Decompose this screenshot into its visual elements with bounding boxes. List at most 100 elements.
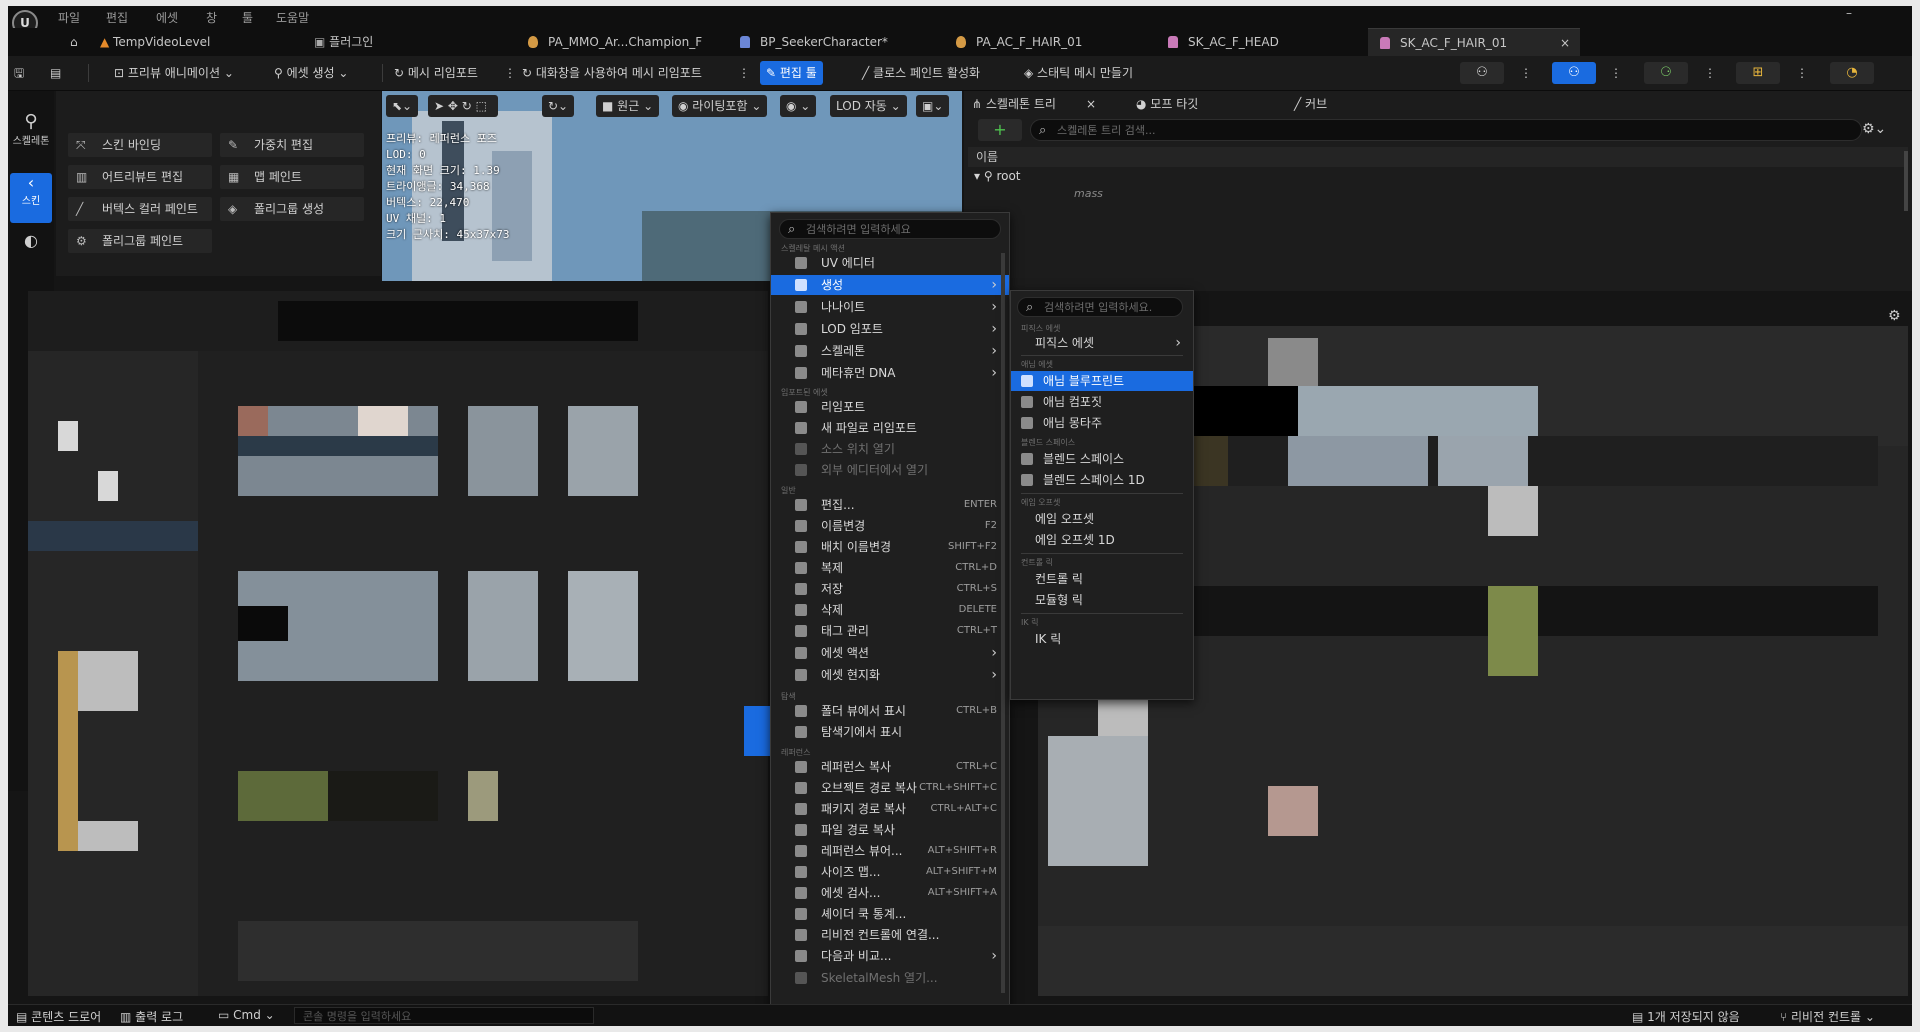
menu-edit[interactable]: 편집... ENTER — [771, 495, 1009, 515]
tool-vertex-color-paint[interactable]: ╱ 버텍스 컬러 페인트 — [68, 197, 212, 221]
unsaved-indicator[interactable]: ▤ 1개 저장되지 않음 — [1632, 1008, 1740, 1025]
select-mode-dropdown[interactable]: ⬉⌄ — [386, 95, 419, 117]
menu-create[interactable]: 생성 › — [771, 275, 1009, 295]
reimport-mesh-button[interactable]: ↻ 메시 리임포트 — [388, 61, 484, 85]
submenu-physics-asset[interactable]: 피직스 에셋 › — [1011, 333, 1193, 353]
minimize-icon[interactable]: – — [1846, 6, 1852, 20]
preview-animation-dropdown[interactable]: ⊡ 프리뷰 애니메이션 ⌄ — [108, 61, 240, 85]
tool-attribute-edit[interactable]: ▥ 어트리뷰트 편집 — [68, 165, 212, 189]
tool-polygroup-paint[interactable]: ⚙ 폴리그룹 페인트 — [68, 229, 212, 253]
mode-more-icon[interactable]: ◐ — [10, 231, 52, 261]
browse-icon[interactable]: ▤ — [44, 61, 67, 85]
menu-uv-editor[interactable]: UV 에디터 — [771, 253, 1009, 273]
revision-control-button[interactable]: ⑂ 리비전 컨트롤 ⌄ — [1780, 1008, 1875, 1025]
close-tab-icon[interactable]: × — [1086, 97, 1096, 111]
home-icon[interactable]: ⌂ — [70, 28, 78, 56]
menu-copy-reference[interactable]: 레퍼런스 복사 CTRL+C — [771, 757, 1009, 777]
tool-polygroup-create[interactable]: ◈ 폴리그룹 생성 — [220, 197, 364, 221]
menu-size-map[interactable]: 사이즈 맵... ALT+SHIFT+M — [771, 862, 1009, 882]
menu-show-in-explorer[interactable]: 탐색기에서 표시 — [771, 722, 1009, 742]
submenu-control-rig[interactable]: 컨트롤 릭 — [1011, 569, 1193, 589]
viewport-layout-dropdown[interactable]: ▣⌄ — [916, 95, 950, 117]
more-options-icon[interactable]: ⋮ — [1790, 61, 1814, 85]
context-search-input[interactable]: 검색하려면 입력하세요 — [779, 219, 1001, 239]
menu-file[interactable]: 파일 — [58, 9, 80, 26]
menu-manage-tags[interactable]: 태그 관리 CTRL+T — [771, 621, 1009, 641]
submenu-modular-rig[interactable]: 모듈형 릭 — [1011, 590, 1193, 610]
menu-connect-revision-control[interactable]: 리비전 컨트롤에 연결... — [771, 925, 1009, 945]
more-options-icon[interactable]: ⋮ — [1514, 61, 1538, 85]
tree-row-root[interactable]: ▾ ⚲ root — [974, 169, 1021, 183]
tab-plugins[interactable]: ▣ 플러그인 — [314, 28, 373, 56]
mode-skin[interactable]: ‹ 스킨 — [10, 173, 52, 223]
physics-mode-button[interactable]: ◔ — [1830, 62, 1874, 84]
tab-morph-target[interactable]: ◕ 모프 타깃 — [1136, 93, 1198, 115]
menu-reimport[interactable]: 리임포트 — [771, 397, 1009, 417]
close-tab-icon[interactable]: × — [1560, 29, 1570, 57]
skeleton-search-input[interactable]: 스켈레톤 트리 검색... — [1030, 119, 1862, 141]
cmd-dropdown[interactable]: ▭ Cmd ⌄ — [218, 1008, 275, 1022]
tool-skin-binding[interactable]: ⤧ 스킨 바인딩 — [68, 133, 212, 157]
submenu-anim-blueprint[interactable]: 애님 블루프린트 — [1011, 371, 1193, 391]
submenu-ik-rig[interactable]: IK 릭 — [1011, 629, 1193, 649]
tab-pa-ac-hair[interactable]: PA_AC_F_HAIR_01 — [956, 28, 1082, 56]
menu-reimport-new-file[interactable]: 새 파일로 리임포트 — [771, 418, 1009, 438]
menu-copy-package-path[interactable]: 패키지 경로 복사 CTRL+ALT+C — [771, 799, 1009, 819]
menu-shader-cook-stats[interactable]: 셰이더 쿡 통계... — [771, 904, 1009, 924]
menu-show-in-folder-view[interactable]: 폴더 뷰에서 표시 CTRL+B — [771, 701, 1009, 721]
menu-rename[interactable]: 이름변경 F2 — [771, 516, 1009, 536]
snap-dropdown[interactable]: ↻⌄ — [542, 95, 575, 117]
perspective-dropdown[interactable]: ■ 원근 ⌄ — [596, 95, 660, 117]
menu-asset[interactable]: 에셋 — [156, 9, 178, 26]
menu-duplicate[interactable]: 복제 CTRL+D — [771, 558, 1009, 578]
tree-row-mass[interactable]: mass — [1074, 187, 1103, 200]
settings-gear-icon[interactable]: ⚙⌄ — [1862, 121, 1886, 137]
cloth-paint-button[interactable]: ╱ 클로스 페인트 활성화 — [856, 61, 986, 85]
menu-asset-localization[interactable]: 에셋 현지화 › — [771, 665, 1009, 685]
menu-tools[interactable]: 툴 — [242, 9, 253, 26]
submenu-aim-offset-1d[interactable]: 에임 오프셋 1D — [1011, 530, 1193, 550]
more-options-icon[interactable]: ⋮ — [1604, 61, 1628, 85]
animation-mode-button[interactable]: ⚆ — [1644, 62, 1688, 84]
save-icon[interactable]: 🖫 — [8, 61, 30, 85]
content-drawer-button[interactable]: ▤ 콘텐츠 드로어 — [16, 1008, 101, 1025]
console-input[interactable]: 콘솔 명령을 입력하세요 — [294, 1007, 594, 1024]
menu-window[interactable]: 창 — [206, 9, 217, 26]
menu-help[interactable]: 도움말 — [276, 9, 309, 26]
lighting-dropdown[interactable]: ◉ 라이팅포함 ⌄ — [672, 95, 768, 117]
more-options-icon[interactable]: ⋮ — [732, 61, 756, 85]
menu-diff[interactable]: 다음과 비교... › — [771, 946, 1009, 966]
details-gear-icon[interactable]: ⚙ — [1888, 308, 1901, 324]
mesh-mode-button[interactable]: ⚇ — [1552, 62, 1596, 84]
transform-tools[interactable]: ➤ ✥ ↻ ⬚ — [428, 95, 498, 117]
menu-skeleton[interactable]: 스켈레톤 › — [771, 341, 1009, 361]
tab-tempvideolevel[interactable]: ▲ TempVideoLevel — [100, 28, 210, 56]
submenu-blend-space[interactable]: 블렌드 스페이스 — [1011, 449, 1193, 469]
tab-bp-seeker[interactable]: BP_SeekerCharacter* — [740, 28, 888, 56]
menu-nanite[interactable]: 나나이트 › — [771, 297, 1009, 317]
more-options-icon[interactable]: ⋮ — [1698, 61, 1722, 85]
submenu-anim-composite[interactable]: 애님 컴포짓 — [1011, 392, 1193, 412]
tab-curve[interactable]: ╱ 커브 — [1294, 93, 1327, 115]
menu-batch-rename[interactable]: 배치 이름변경 SHIFT+F2 — [771, 537, 1009, 557]
submenu-anim-montage[interactable]: 애님 몽타주 — [1011, 413, 1193, 433]
menu-edit[interactable]: 편집 — [106, 9, 128, 26]
context-menu-scrollbar[interactable] — [1001, 253, 1005, 993]
menu-delete[interactable]: 삭제 DELETE — [771, 600, 1009, 620]
menu-lod-import[interactable]: LOD 임포트 › — [771, 319, 1009, 339]
lod-dropdown[interactable]: LOD 자동 ⌄ — [830, 95, 907, 117]
blueprint-mode-button[interactable]: ⊞ — [1736, 62, 1780, 84]
skeleton-scrollbar[interactable] — [1904, 151, 1908, 211]
create-asset-dropdown[interactable]: ⚲ 에셋 생성 ⌄ — [268, 61, 354, 85]
submenu-blend-space-1d[interactable]: 블렌드 스페이스 1D — [1011, 470, 1193, 490]
tab-pa-mmo[interactable]: PA_MMO_Ar...Champion_F — [528, 28, 702, 56]
menu-asset-actions[interactable]: 에셋 액션 › — [771, 643, 1009, 663]
tab-sk-ac-hair[interactable]: SK_AC_F_HAIR_01 × — [1368, 28, 1580, 56]
menu-asset-audit[interactable]: 에셋 검사... ALT+SHIFT+A — [771, 883, 1009, 903]
show-dropdown[interactable]: ◉ ⌄ — [780, 95, 817, 117]
tab-sk-ac-head[interactable]: SK_AC_F_HEAD — [1168, 28, 1279, 56]
menu-open-skeletalmesh[interactable]: SkeletalMesh 열기... — [771, 968, 1009, 988]
reimport-dialog-button[interactable]: ↻ 대화창을 사용하여 메시 리임포트 — [516, 61, 708, 85]
menu-metahuman-dna[interactable]: 메타휴먼 DNA › — [771, 363, 1009, 383]
make-static-mesh-button[interactable]: ◈ 스태틱 메시 만들기 — [1018, 61, 1139, 85]
